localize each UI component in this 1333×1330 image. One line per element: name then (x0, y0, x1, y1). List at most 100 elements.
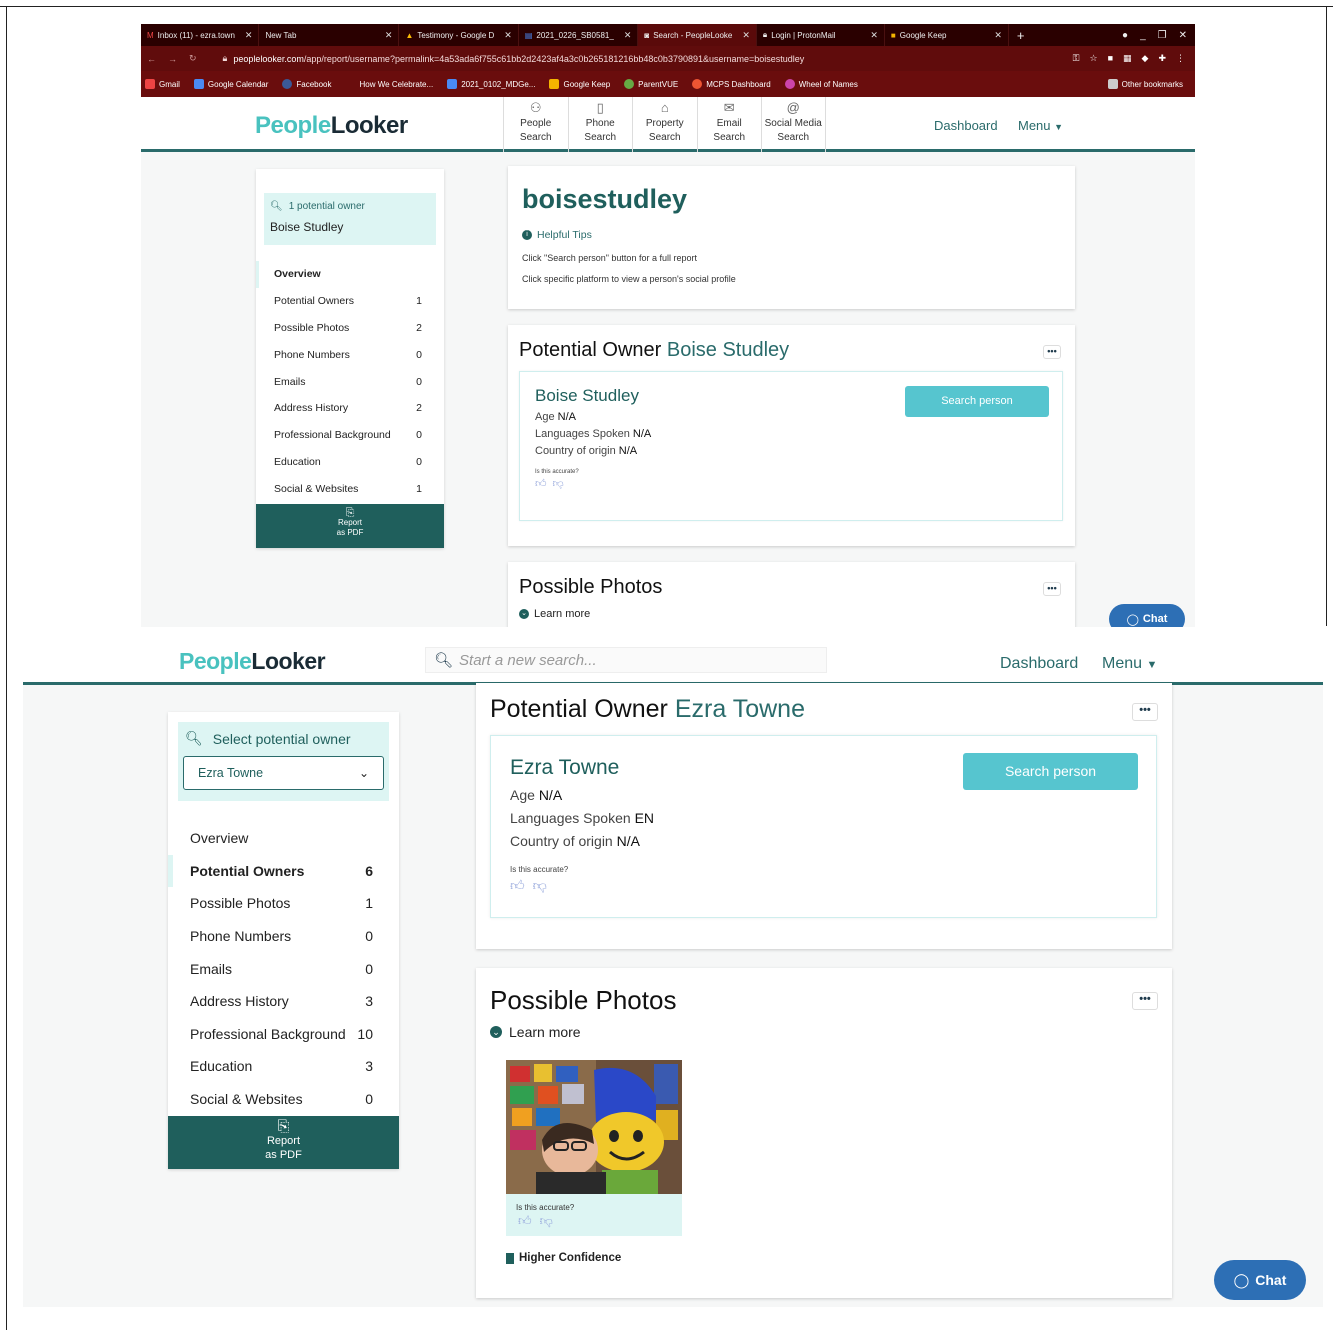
chat-button[interactable]: ◯ Chat (1214, 1260, 1306, 1300)
sidebar-item-address-history[interactable]: Address History 2 (256, 395, 444, 422)
sidebar-item-possible-photos[interactable]: Possible Photos 1 (168, 887, 399, 920)
tab-email-search[interactable]: ✉ Email Search (696, 97, 762, 152)
bookmark-wheel-of-names[interactable]: Wheel of Names (784, 79, 858, 89)
bookmark-parentvue[interactable]: ParentVUE (624, 79, 678, 89)
thumbs-down-icon[interactable]: 👎︎ (553, 478, 570, 490)
keep-icon: ■ (890, 30, 896, 40)
sidebar-item-emails[interactable]: Emails 0 (256, 368, 444, 395)
dashboard-link[interactable]: Dashboard (934, 118, 998, 133)
star-icon[interactable]: ☆ (1090, 53, 1098, 64)
url-text[interactable]: peoplelooker.com/app/report/username?per… (233, 54, 804, 64)
browser-tab-active[interactable]: ◙ Search - PeopleLooke ✕ (638, 24, 757, 46)
peoplelooker-logo[interactable]: PeopleLooker (255, 112, 408, 140)
bookmark-facebook[interactable]: Facebook (282, 79, 332, 89)
search-person-button[interactable]: Search person (905, 386, 1049, 417)
sidebar-item-social-websites[interactable]: Social & Websites 1 (256, 475, 444, 502)
peoplelooker-logo[interactable]: PeopleLooker (179, 648, 326, 675)
restore-icon[interactable]: ❐ (1158, 30, 1167, 41)
more-options-icon[interactable]: ••• (1132, 703, 1158, 721)
puzzle-icon[interactable]: ✚ (1158, 53, 1166, 64)
browser-tab[interactable]: New Tab ✕ (259, 24, 400, 46)
minimize-icon[interactable]: _ (1140, 30, 1146, 41)
menu-dropdown[interactable]: Menu ▼ (1018, 118, 1063, 133)
caret-down-icon: ▼ (1054, 122, 1064, 132)
bookmark-google-calendar[interactable]: Google Calendar (193, 79, 268, 89)
close-icon[interactable]: ✕ (385, 30, 393, 41)
sidebar-item-emails[interactable]: Emails 0 (168, 952, 399, 985)
chat-button[interactable]: ◯ Chat (1109, 604, 1185, 627)
bookmark-mdge-doc[interactable]: 2021_0102_MDGe... (447, 79, 535, 89)
search-person-button[interactable]: Search person (963, 753, 1138, 790)
extension-icon[interactable]: ■ (1108, 53, 1113, 64)
extension-icon[interactable]: ▦ (1123, 53, 1132, 64)
tab-phone-search[interactable]: ▯ Phone Search (567, 97, 633, 152)
thumbs-up-icon[interactable]: 👍︎ (518, 1213, 540, 1228)
more-options-icon[interactable]: ••• (1043, 582, 1061, 596)
sidebar-item-social-websites[interactable]: Social & Websites 0 (168, 1083, 399, 1116)
menu-dropdown[interactable]: Menu ▼ (1102, 655, 1157, 673)
pdf-icon: ⎘ (277, 1118, 290, 1135)
search-input[interactable]: 🔍︎ Start a new search... (425, 647, 827, 673)
more-options-icon[interactable]: ••• (1043, 345, 1061, 359)
close-icon[interactable]: ✕ (624, 30, 632, 41)
sidebar-item-education[interactable]: Education 0 (256, 449, 444, 476)
person-photo[interactable] (506, 1060, 682, 1194)
extension-icon[interactable]: ◆ (1142, 53, 1149, 64)
helpful-tips-link[interactable]: i Helpful Tips (522, 229, 1061, 241)
thumbs-up-icon[interactable]: 👍︎ (535, 478, 553, 490)
close-icon[interactable]: ✕ (245, 30, 253, 41)
country-row: Country of origin N/A (535, 445, 638, 457)
forward-icon[interactable]: → (162, 54, 183, 64)
sidebar-item-professional-background[interactable]: Professional Background 10 (168, 1018, 399, 1051)
bookmark-other[interactable]: Other bookmarks (1107, 79, 1195, 89)
thumbs-down-icon[interactable]: 👎︎ (533, 877, 555, 893)
potential-owner-card: Potential Owner Ezra Towne ••• Ezra Town… (476, 683, 1172, 949)
learn-more-link[interactable]: ⌄ Learn more (490, 1024, 1158, 1040)
bookmark-google-keep[interactable]: Google Keep (549, 79, 610, 89)
learn-more-link[interactable]: ⌄ Learn more (519, 608, 1064, 620)
tab-property-search[interactable]: ⌂ Property Search (632, 97, 697, 152)
close-icon[interactable]: ✕ (742, 30, 750, 41)
sidebar-item-overview[interactable]: Overview (256, 261, 444, 288)
reload-icon[interactable]: ↻ (183, 53, 203, 64)
thumbs-up-icon[interactable]: 👍︎ (510, 877, 533, 893)
browser-tab[interactable]: ▲ Testimony - Google D ✕ (399, 24, 519, 46)
person-icon: ⚇ (529, 100, 542, 115)
tab-social-media-search[interactable]: @ Social Media Search (761, 97, 826, 152)
owner-select[interactable]: Ezra Towne ⌄ (183, 756, 384, 790)
key-icon[interactable]: ⚿ (1073, 53, 1080, 64)
close-icon[interactable]: ✕ (994, 30, 1002, 41)
photo-card[interactable]: Is this accurate? 👍︎👎︎ (506, 1060, 682, 1236)
browser-tab[interactable]: ■ Google Keep ✕ (885, 24, 1009, 46)
sidebar-item-phone-numbers[interactable]: Phone Numbers 0 (168, 920, 399, 953)
bookmark-gmail[interactable]: Gmail (145, 79, 180, 89)
bookmark-mcps-dashboard[interactable]: MCPS Dashboard (692, 79, 771, 89)
dashboard-link[interactable]: Dashboard (1000, 655, 1078, 673)
more-options-icon[interactable]: ••• (1132, 992, 1158, 1010)
kebab-menu-icon[interactable]: ⋮ (1176, 53, 1185, 64)
new-tab-icon[interactable]: + (1009, 28, 1033, 43)
sidebar-item-education[interactable]: Education 3 (168, 1050, 399, 1083)
sidebar-item-address-history[interactable]: Address History 3 (168, 985, 399, 1018)
close-icon[interactable]: ✕ (870, 30, 878, 41)
frame-border-top (0, 6, 1333, 7)
report-pdf-button[interactable]: ⎘ Report as PDF (256, 504, 444, 548)
sidebar-item-professional-background[interactable]: Professional Background 0 (256, 422, 444, 449)
sidebar-item-potential-owners[interactable]: Potential Owners 1 (256, 288, 444, 315)
browser-tab[interactable]: 🔒︎ Login | ProtonMail ✕ (757, 24, 885, 46)
tab-people-search[interactable]: ⚇ People Search (503, 97, 568, 152)
thumbs-down-icon[interactable]: 👎︎ (540, 1213, 561, 1228)
back-icon[interactable]: ← (141, 54, 162, 64)
address-bar[interactable]: ← → ↻ 🔒︎ peoplelooker.com/app/report/use… (141, 46, 1195, 71)
sidebar-item-potential-owners[interactable]: Potential Owners 6 (168, 854, 399, 888)
bookmark-how-we-celebrate[interactable]: How We Celebrate... (360, 80, 434, 89)
close-icon[interactable]: ✕ (504, 30, 512, 41)
sidebar-item-overview[interactable]: Overview (168, 822, 399, 855)
close-window-icon[interactable]: ✕ (1179, 30, 1187, 41)
report-pdf-button[interactable]: ⎘ Report as PDF (168, 1116, 399, 1169)
browser-tab[interactable]: M Inbox (11) - ezra.town ✕ (141, 24, 260, 46)
profile-icon[interactable]: ● (1122, 30, 1128, 41)
sidebar-item-phone-numbers[interactable]: Phone Numbers 0 (256, 341, 444, 368)
browser-tab[interactable]: ▤ 2021_0226_SB0581_ ✕ (519, 24, 639, 46)
sidebar-item-possible-photos[interactable]: Possible Photos 2 (256, 315, 444, 342)
